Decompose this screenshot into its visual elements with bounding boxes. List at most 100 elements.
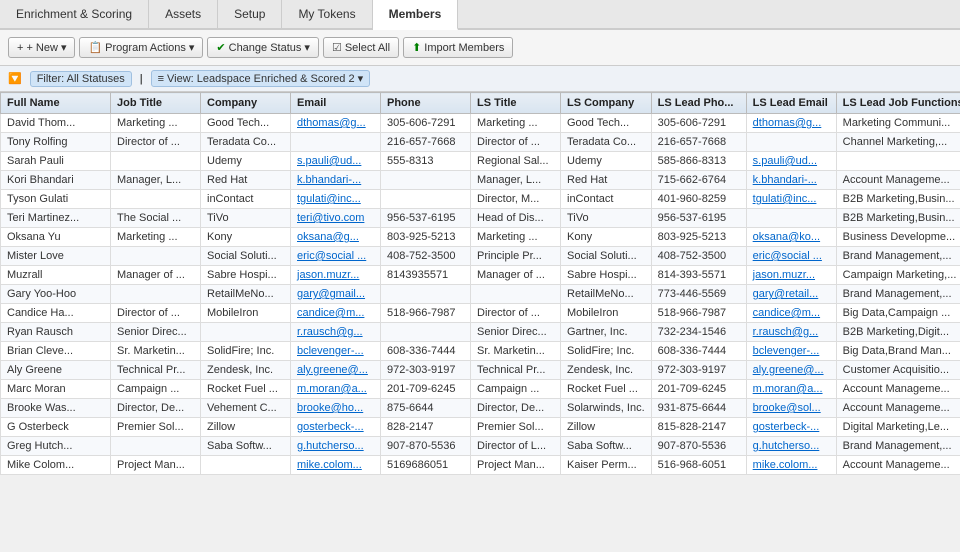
table-cell[interactable]: mike.colom... xyxy=(291,456,381,475)
table-row: Aly GreeneTechnical Pr...Zendesk, Inc.al… xyxy=(1,361,960,380)
table-cell[interactable]: bclevenger-... xyxy=(746,342,836,361)
table-cell: Technical Pr... xyxy=(471,361,561,380)
table-cell[interactable]: k.bhandari-... xyxy=(746,171,836,190)
table-cell[interactable]: oksana@g... xyxy=(291,228,381,247)
table-cell[interactable]: candice@m... xyxy=(746,304,836,323)
table-cell: Premier Sol... xyxy=(111,418,201,437)
col-email[interactable]: Email xyxy=(291,93,381,114)
tab-my-tokens[interactable]: My Tokens xyxy=(282,0,372,28)
table-cell[interactable]: gosterbeck-... xyxy=(746,418,836,437)
table-cell: Senior Direc... xyxy=(111,323,201,342)
new-label: + New xyxy=(26,42,58,54)
table-cell[interactable]: dthomas@g... xyxy=(291,114,381,133)
table-cell: RetailMeNo... xyxy=(561,285,652,304)
table-cell: 972-303-9197 xyxy=(651,361,746,380)
table-cell xyxy=(111,152,201,171)
table-cell: Marketing ... xyxy=(471,228,561,247)
col-ls-lead-phone[interactable]: LS Lead Pho... xyxy=(651,93,746,114)
table-cell: Account Manageme... xyxy=(836,380,960,399)
table-cell: 875-6644 xyxy=(381,399,471,418)
table-row: Greg Hutch...Saba Softw...g.hutcherso...… xyxy=(1,437,960,456)
table-cell[interactable]: tgulati@inc... xyxy=(746,190,836,209)
table-cell[interactable]: m.moran@a... xyxy=(746,380,836,399)
program-actions-button[interactable]: 📋 Program Actions ▾ xyxy=(79,37,203,58)
table-cell[interactable]: dthomas@g... xyxy=(746,114,836,133)
table-cell[interactable]: gary@gmail... xyxy=(291,285,381,304)
select-all-button[interactable]: ☑ Select All xyxy=(323,37,399,58)
table-cell: 516-968-6051 xyxy=(651,456,746,475)
table-cell: 555-8313 xyxy=(381,152,471,171)
table-cell[interactable]: bclevenger-... xyxy=(291,342,381,361)
table-cell[interactable]: s.pauli@ud... xyxy=(746,152,836,171)
table-cell[interactable] xyxy=(746,133,836,152)
table-cell[interactable]: r.rausch@g... xyxy=(746,323,836,342)
table-cell[interactable]: k.bhandari-... xyxy=(291,171,381,190)
table-row: Sarah PauliUdemys.pauli@ud...555-8313Reg… xyxy=(1,152,960,171)
table-cell: Customer Acquisitio... xyxy=(836,361,960,380)
table-cell[interactable]: mike.colom... xyxy=(746,456,836,475)
table-header-row: Full Name Job Title Company Email Phone … xyxy=(1,93,960,114)
col-phone[interactable]: Phone xyxy=(381,93,471,114)
table-cell[interactable]: brooke@sol... xyxy=(746,399,836,418)
table-cell xyxy=(836,152,960,171)
table-row: Oksana YuMarketing ...Konyoksana@g...803… xyxy=(1,228,960,247)
tab-assets[interactable]: Assets xyxy=(149,0,218,28)
table-cell[interactable]: g.hutcherso... xyxy=(746,437,836,456)
table-cell: 814-393-5571 xyxy=(651,266,746,285)
top-nav: Enrichment & Scoring Assets Setup My Tok… xyxy=(0,0,960,30)
table-cell[interactable]: jason.muzr... xyxy=(291,266,381,285)
table-cell: Ryan Rausch xyxy=(1,323,111,342)
table-cell[interactable]: oksana@ko... xyxy=(746,228,836,247)
table-cell[interactable]: m.moran@a... xyxy=(291,380,381,399)
table-cell[interactable]: gary@retail... xyxy=(746,285,836,304)
col-company[interactable]: Company xyxy=(201,93,291,114)
table-cell[interactable]: brooke@ho... xyxy=(291,399,381,418)
table-cell[interactable]: s.pauli@ud... xyxy=(291,152,381,171)
table-cell[interactable]: r.rausch@g... xyxy=(291,323,381,342)
table-cell[interactable]: candice@m... xyxy=(291,304,381,323)
col-ls-company[interactable]: LS Company xyxy=(561,93,652,114)
table-cell[interactable]: teri@tivo.com xyxy=(291,209,381,228)
table-cell: Social Soluti... xyxy=(561,247,652,266)
table-cell: MobileIron xyxy=(561,304,652,323)
table-cell[interactable]: aly.greene@... xyxy=(291,361,381,380)
new-button[interactable]: + + New ▾ xyxy=(8,37,75,58)
table-cell: Principle Pr... xyxy=(471,247,561,266)
table-cell[interactable]: aly.greene@... xyxy=(746,361,836,380)
col-full-name[interactable]: Full Name xyxy=(1,93,111,114)
col-job-title[interactable]: Job Title xyxy=(111,93,201,114)
table-cell: 518-966-7987 xyxy=(651,304,746,323)
table-cell: Channel Marketing,... xyxy=(836,133,960,152)
table-cell: 401-960-8259 xyxy=(651,190,746,209)
table-cell: Sabre Hospi... xyxy=(561,266,652,285)
table-cell: Brand Management,... xyxy=(836,437,960,456)
table-cell: B2B Marketing,Digit... xyxy=(836,323,960,342)
table-cell[interactable]: tgulati@inc... xyxy=(291,190,381,209)
table-cell: SolidFire; Inc. xyxy=(561,342,652,361)
table-cell[interactable]: g.hutcherso... xyxy=(291,437,381,456)
table-cell[interactable]: eric@social ... xyxy=(291,247,381,266)
import-members-button[interactable]: ⬆ Import Members xyxy=(403,37,513,58)
table-cell[interactable]: eric@social ... xyxy=(746,247,836,266)
table-cell: Director of L... xyxy=(471,437,561,456)
table-cell[interactable]: gosterbeck-... xyxy=(291,418,381,437)
table-cell: TiVo xyxy=(201,209,291,228)
col-ls-lead-job-functions[interactable]: LS Lead Job Functions xyxy=(836,93,960,114)
table-cell: Digital Marketing,Le... xyxy=(836,418,960,437)
table-cell[interactable]: jason.muzr... xyxy=(746,266,836,285)
table-cell: Marketing ... xyxy=(111,114,201,133)
col-ls-lead-email[interactable]: LS Lead Email xyxy=(746,93,836,114)
view-enriched-scored[interactable]: ≡ View: Leadspace Enriched & Scored 2 ▾ xyxy=(151,70,370,87)
table-cell[interactable] xyxy=(291,133,381,152)
table-cell: Tyson Gulati xyxy=(1,190,111,209)
table-cell: Manager of ... xyxy=(111,266,201,285)
table-row: Ryan RauschSenior Direc...r.rausch@g...S… xyxy=(1,323,960,342)
tab-enrichment-scoring[interactable]: Enrichment & Scoring xyxy=(0,0,149,28)
col-ls-title[interactable]: LS Title xyxy=(471,93,561,114)
table-cell[interactable] xyxy=(746,209,836,228)
filter-all-statuses[interactable]: Filter: All Statuses xyxy=(30,71,132,87)
tab-members[interactable]: Members xyxy=(373,0,459,30)
change-status-button[interactable]: ✔ Change Status ▾ xyxy=(207,37,319,58)
table-cell: Sarah Pauli xyxy=(1,152,111,171)
tab-setup[interactable]: Setup xyxy=(218,0,282,28)
